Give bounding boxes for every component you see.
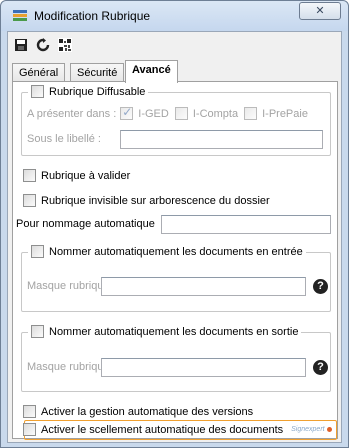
libelle-input[interactable]: [120, 130, 323, 149]
app-stack-icon: [13, 10, 27, 21]
diffusable-label: Rubrique Diffusable: [49, 85, 146, 98]
entree-label: Nommer automatiquement les documents en …: [49, 245, 303, 258]
option-iprepaie-checkbox[interactable]: [244, 107, 258, 120]
qrcode-icon[interactable]: [58, 38, 72, 52]
entree-legend: Nommer automatiquement les documents en …: [28, 245, 306, 258]
sortie-masque-label: Masque rubrique: [27, 361, 110, 373]
versions-row: Activer la gestion automatique des versi…: [23, 405, 253, 418]
scellement-row: Activer le scellement automatique des do…: [23, 423, 332, 436]
title-bar[interactable]: Modification Rubrique ✕: [1, 1, 348, 31]
scellement-checkbox[interactable]: [23, 423, 36, 436]
sortie-label: Nommer automatiquement les documents en …: [49, 325, 299, 338]
entree-masque-input[interactable]: [101, 277, 306, 296]
entree-help-icon[interactable]: ?: [313, 279, 328, 294]
entree-masque-label: Masque rubrique: [27, 280, 110, 292]
invisible-checkbox[interactable]: [23, 194, 36, 207]
tab-panel-avance: Rubrique Diffusable A présenter dans : I…: [12, 81, 338, 440]
tab-securite[interactable]: Sécurité: [70, 63, 125, 82]
sortie-masque-row: Masque rubrique: [27, 361, 110, 373]
option-icompta-label: I-Compta: [192, 107, 239, 120]
option-icompta-checkbox[interactable]: [174, 107, 188, 120]
entree-checkbox[interactable]: [31, 245, 44, 258]
signexpert-logo-dot-icon: [326, 427, 332, 432]
valider-row: Rubrique à valider: [23, 169, 130, 182]
pour-nommage-label: Pour nommage automatique: [16, 218, 155, 230]
sortie-legend: Nommer automatiquement les documents en …: [28, 325, 302, 338]
valider-checkbox[interactable]: [23, 169, 36, 182]
entree-group: Nommer automatiquement les documents en …: [21, 245, 331, 312]
signexpert-logo: Signexpert: [291, 426, 325, 433]
diffusable-legend: Rubrique Diffusable: [28, 85, 149, 98]
sortie-masque-input[interactable]: [101, 358, 306, 377]
present-row: A présenter dans : I-GED I-Compta I-PreP…: [27, 105, 308, 120]
pour-nommage-input[interactable]: [161, 215, 331, 234]
pour-nommage-row: Pour nommage automatique: [16, 218, 155, 230]
tab-general[interactable]: Général: [12, 63, 66, 82]
scellement-label: Activer le scellement automatique des do…: [41, 423, 284, 436]
entree-masque-row: Masque rubrique: [27, 280, 110, 292]
invisible-row: Rubrique invisible sur arborescence du d…: [23, 194, 270, 207]
close-button[interactable]: ✕: [299, 2, 341, 20]
dialog-client: Général Sécurité Avancé Rubrique Diffusa…: [7, 31, 342, 443]
present-label: A présenter dans :: [27, 107, 117, 120]
window-title: Modification Rubrique: [34, 9, 151, 23]
diffusable-group: Rubrique Diffusable A présenter dans : I…: [21, 85, 331, 156]
save-icon[interactable]: [14, 38, 28, 52]
tab-strip: Général Sécurité Avancé: [12, 60, 338, 83]
option-iged-label: I-GED: [138, 107, 169, 120]
versions-label: Activer la gestion automatique des versi…: [41, 405, 254, 418]
option-iged-checkbox[interactable]: [120, 105, 134, 120]
option-iprepaie-label: I-PrePaie: [262, 107, 308, 120]
valider-label: Rubrique à valider: [41, 169, 131, 182]
versions-checkbox[interactable]: [23, 405, 36, 418]
tab-avance[interactable]: Avancé: [125, 60, 178, 83]
dialog-window: Modification Rubrique ✕ Général Sécurité…: [0, 0, 349, 448]
diffusable-checkbox[interactable]: [31, 85, 44, 98]
libelle-row: Sous le libellé :: [27, 133, 101, 145]
invisible-label: Rubrique invisible sur arborescence du d…: [41, 194, 270, 207]
sortie-help-icon[interactable]: ?: [313, 360, 328, 375]
libelle-label: Sous le libellé :: [27, 133, 101, 145]
sortie-group: Nommer automatiquement les documents en …: [21, 325, 331, 392]
refresh-icon[interactable]: [36, 38, 50, 52]
sortie-checkbox[interactable]: [31, 325, 44, 338]
